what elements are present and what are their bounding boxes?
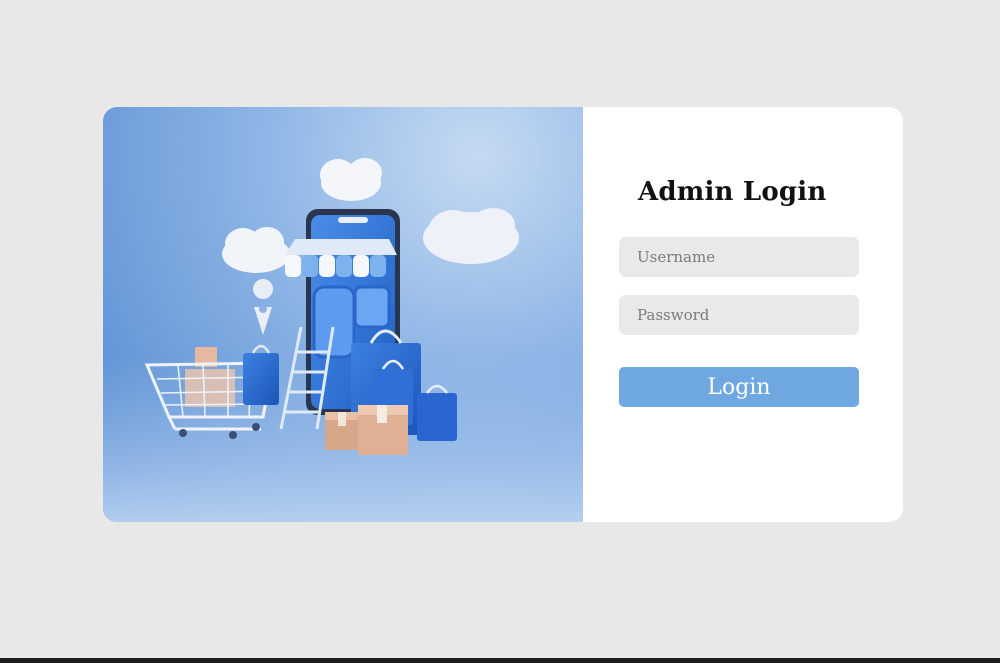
bottom-edge-bar [0, 658, 1000, 663]
shopping-illustration [103, 107, 583, 522]
login-button[interactable]: Login [619, 367, 859, 407]
location-pin-icon [253, 279, 274, 335]
shopping-bag-icon [243, 344, 279, 405]
username-input[interactable] [619, 237, 859, 277]
cloud-icon [222, 227, 290, 273]
cloud-icon [320, 158, 382, 201]
login-card: Admin Login Login [103, 107, 903, 522]
package-box-icon [358, 405, 408, 455]
awning-icon [285, 239, 397, 277]
shopping-bag-icon [417, 384, 457, 441]
package-box-icon [325, 412, 359, 450]
page-title: Admin Login [638, 177, 827, 207]
password-input[interactable] [619, 295, 859, 335]
login-form-panel: Admin Login Login [583, 107, 903, 522]
cloud-icon [423, 208, 519, 264]
